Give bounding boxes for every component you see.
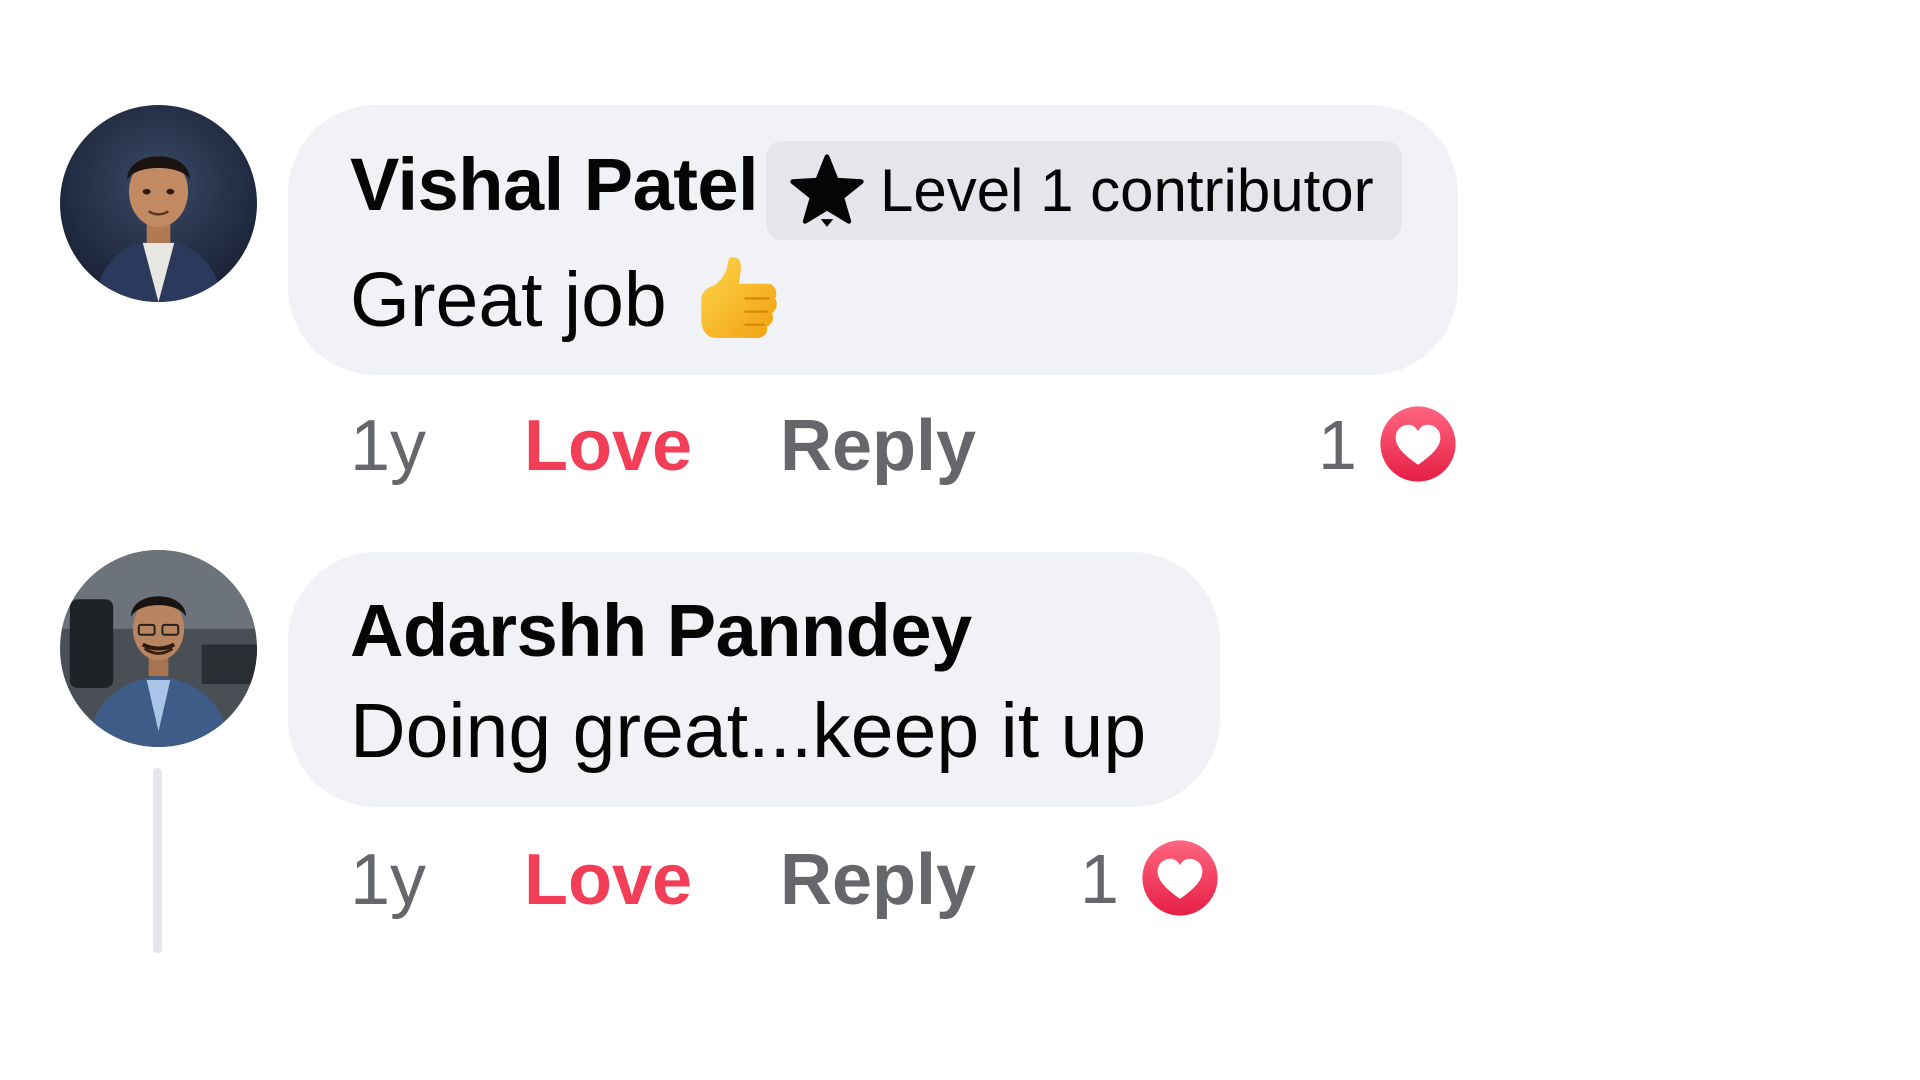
comment-text: Great job (350, 257, 667, 343)
thumbs-up-icon (698, 250, 780, 342)
avatar-image (60, 105, 257, 302)
reaction-count[interactable]: 1 (1080, 844, 1119, 914)
comment-author[interactable]: Vishal Patel (350, 148, 759, 222)
reply-button[interactable]: Reply (780, 410, 976, 482)
avatar-vishal-patel[interactable] (60, 105, 257, 302)
star-icon (788, 150, 866, 232)
comment-time[interactable]: 1y (350, 844, 426, 916)
comment-time[interactable]: 1y (350, 410, 426, 482)
avatar-adarshh-panndey[interactable] (60, 550, 257, 747)
love-button[interactable]: Love (524, 844, 692, 916)
comment-author[interactable]: Adarshh Panndey (350, 594, 972, 668)
reply-button[interactable]: Reply (780, 844, 976, 916)
contributor-badge[interactable]: Level 1 contributor (766, 141, 1402, 240)
love-button[interactable]: Love (524, 410, 692, 482)
badge-label: Level 1 contributor (880, 156, 1374, 224)
reaction-count[interactable]: 1 (1318, 410, 1357, 480)
thread-line (153, 768, 162, 953)
comment-text: Doing great...keep it up (350, 688, 1147, 774)
heart-icon[interactable] (1378, 404, 1458, 484)
heart-icon[interactable] (1140, 838, 1220, 918)
avatar-image (60, 550, 257, 747)
